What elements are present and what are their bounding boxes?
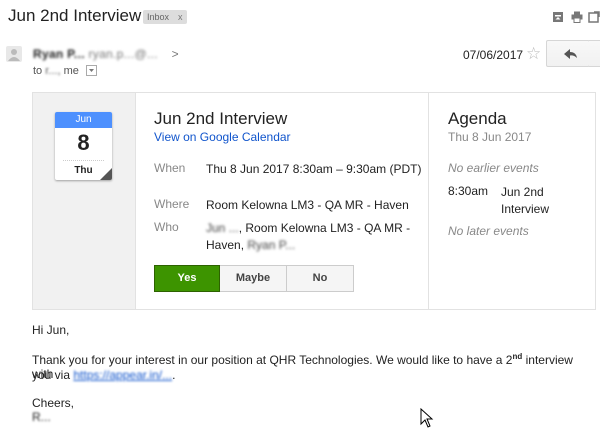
body-signoff: R...	[32, 410, 51, 424]
sender-email: ryan.p...@...	[88, 47, 158, 61]
sender-name[interactable]: Ryan P...	[33, 47, 85, 61]
body-ordinal-suffix: nd	[512, 352, 523, 361]
email-subject: Jun 2nd Interview	[8, 6, 142, 25]
agenda-panel: Agenda Thu 8 Jun 2017 No earlier events …	[428, 93, 597, 309]
calendar-date-icon: Jun 8 Thu	[55, 112, 112, 180]
who-guest-blurred: Jun ...	[206, 221, 239, 235]
archive-icon[interactable]	[552, 11, 564, 23]
agenda-event-time: 8:30am	[448, 184, 489, 198]
rsvp-maybe-button[interactable]: Maybe	[220, 265, 287, 292]
calendar-page-fold	[100, 168, 112, 180]
agenda-event-title[interactable]: Jun 2nd Interview	[501, 184, 571, 218]
calendar-icon-panel: Jun 8 Thu	[33, 93, 136, 309]
body-closing: Cheers,	[32, 396, 75, 410]
popout-icon[interactable]	[588, 11, 600, 23]
agenda-title: Agenda	[448, 109, 507, 128]
body-greeting: Hi Jun,	[32, 323, 70, 337]
calendar-month: Jun	[55, 112, 112, 128]
remove-label-icon[interactable]: x	[178, 12, 183, 22]
event-title: Jun 2nd Interview	[154, 109, 288, 128]
body-line-2a: you via	[32, 368, 74, 382]
view-on-google-calendar-link[interactable]: View on Google Calendar	[154, 130, 291, 144]
agenda-date: Thu 8 Jun 2017	[448, 130, 532, 144]
when-label: When	[154, 161, 186, 175]
recipient-me: me	[63, 65, 79, 77]
meeting-link[interactable]: https://appear.in/...	[73, 368, 172, 382]
body-line-1a: Thank you for your interest in our posit…	[32, 353, 513, 367]
mouse-cursor-icon	[420, 408, 434, 428]
body-paragraph-line-2: you via https://appear.in/....	[32, 368, 175, 382]
body-line-2b: .	[172, 368, 176, 382]
when-value: Thu 8 Jun 2017 8:30am – 9:30am (PDT)	[206, 162, 422, 176]
who-label: Who	[154, 220, 179, 234]
who-value: Jun ..., Room Kelowna LM3 - QA MR - Have…	[206, 220, 426, 254]
more-options-button[interactable]	[589, 40, 600, 67]
rsvp-button-group: Yes Maybe No	[154, 265, 354, 292]
sender-caret: >	[171, 47, 179, 61]
print-icon[interactable]	[571, 11, 583, 23]
rsvp-yes-button[interactable]: Yes	[154, 265, 220, 292]
where-label: Where	[154, 197, 190, 211]
no-earlier-events: No earlier events	[448, 161, 539, 175]
inbox-label-badge[interactable]: Inbox x	[143, 10, 187, 24]
recipient-prefix: to	[33, 65, 43, 77]
star-icon[interactable]: ☆	[526, 44, 541, 64]
calendar-invite-card: Jun 8 Thu Jun 2nd Interview View on Goog…	[32, 92, 596, 310]
recipient-blurred: r...,	[45, 65, 61, 77]
inbox-label-text: Inbox	[147, 12, 170, 22]
sender-line: Ryan P... ryan.p...@... >	[33, 47, 179, 61]
no-later-events: No later events	[448, 224, 529, 238]
who-guest-blurred-2: Ryan P...	[247, 238, 296, 252]
sender-avatar	[6, 46, 22, 62]
person-icon	[8, 49, 20, 61]
message-date: 07/06/2017	[463, 48, 524, 62]
calendar-divider	[63, 160, 104, 161]
rsvp-no-button[interactable]: No	[287, 265, 354, 292]
where-value: Room Kelowna LM3 - QA MR - Haven	[206, 198, 409, 212]
calendar-day: 8	[77, 130, 90, 155]
recipient-line: to r..., me	[33, 64, 97, 77]
reply-icon	[564, 49, 577, 59]
reply-button[interactable]	[546, 40, 590, 67]
show-details-dropdown-icon[interactable]	[85, 64, 97, 76]
